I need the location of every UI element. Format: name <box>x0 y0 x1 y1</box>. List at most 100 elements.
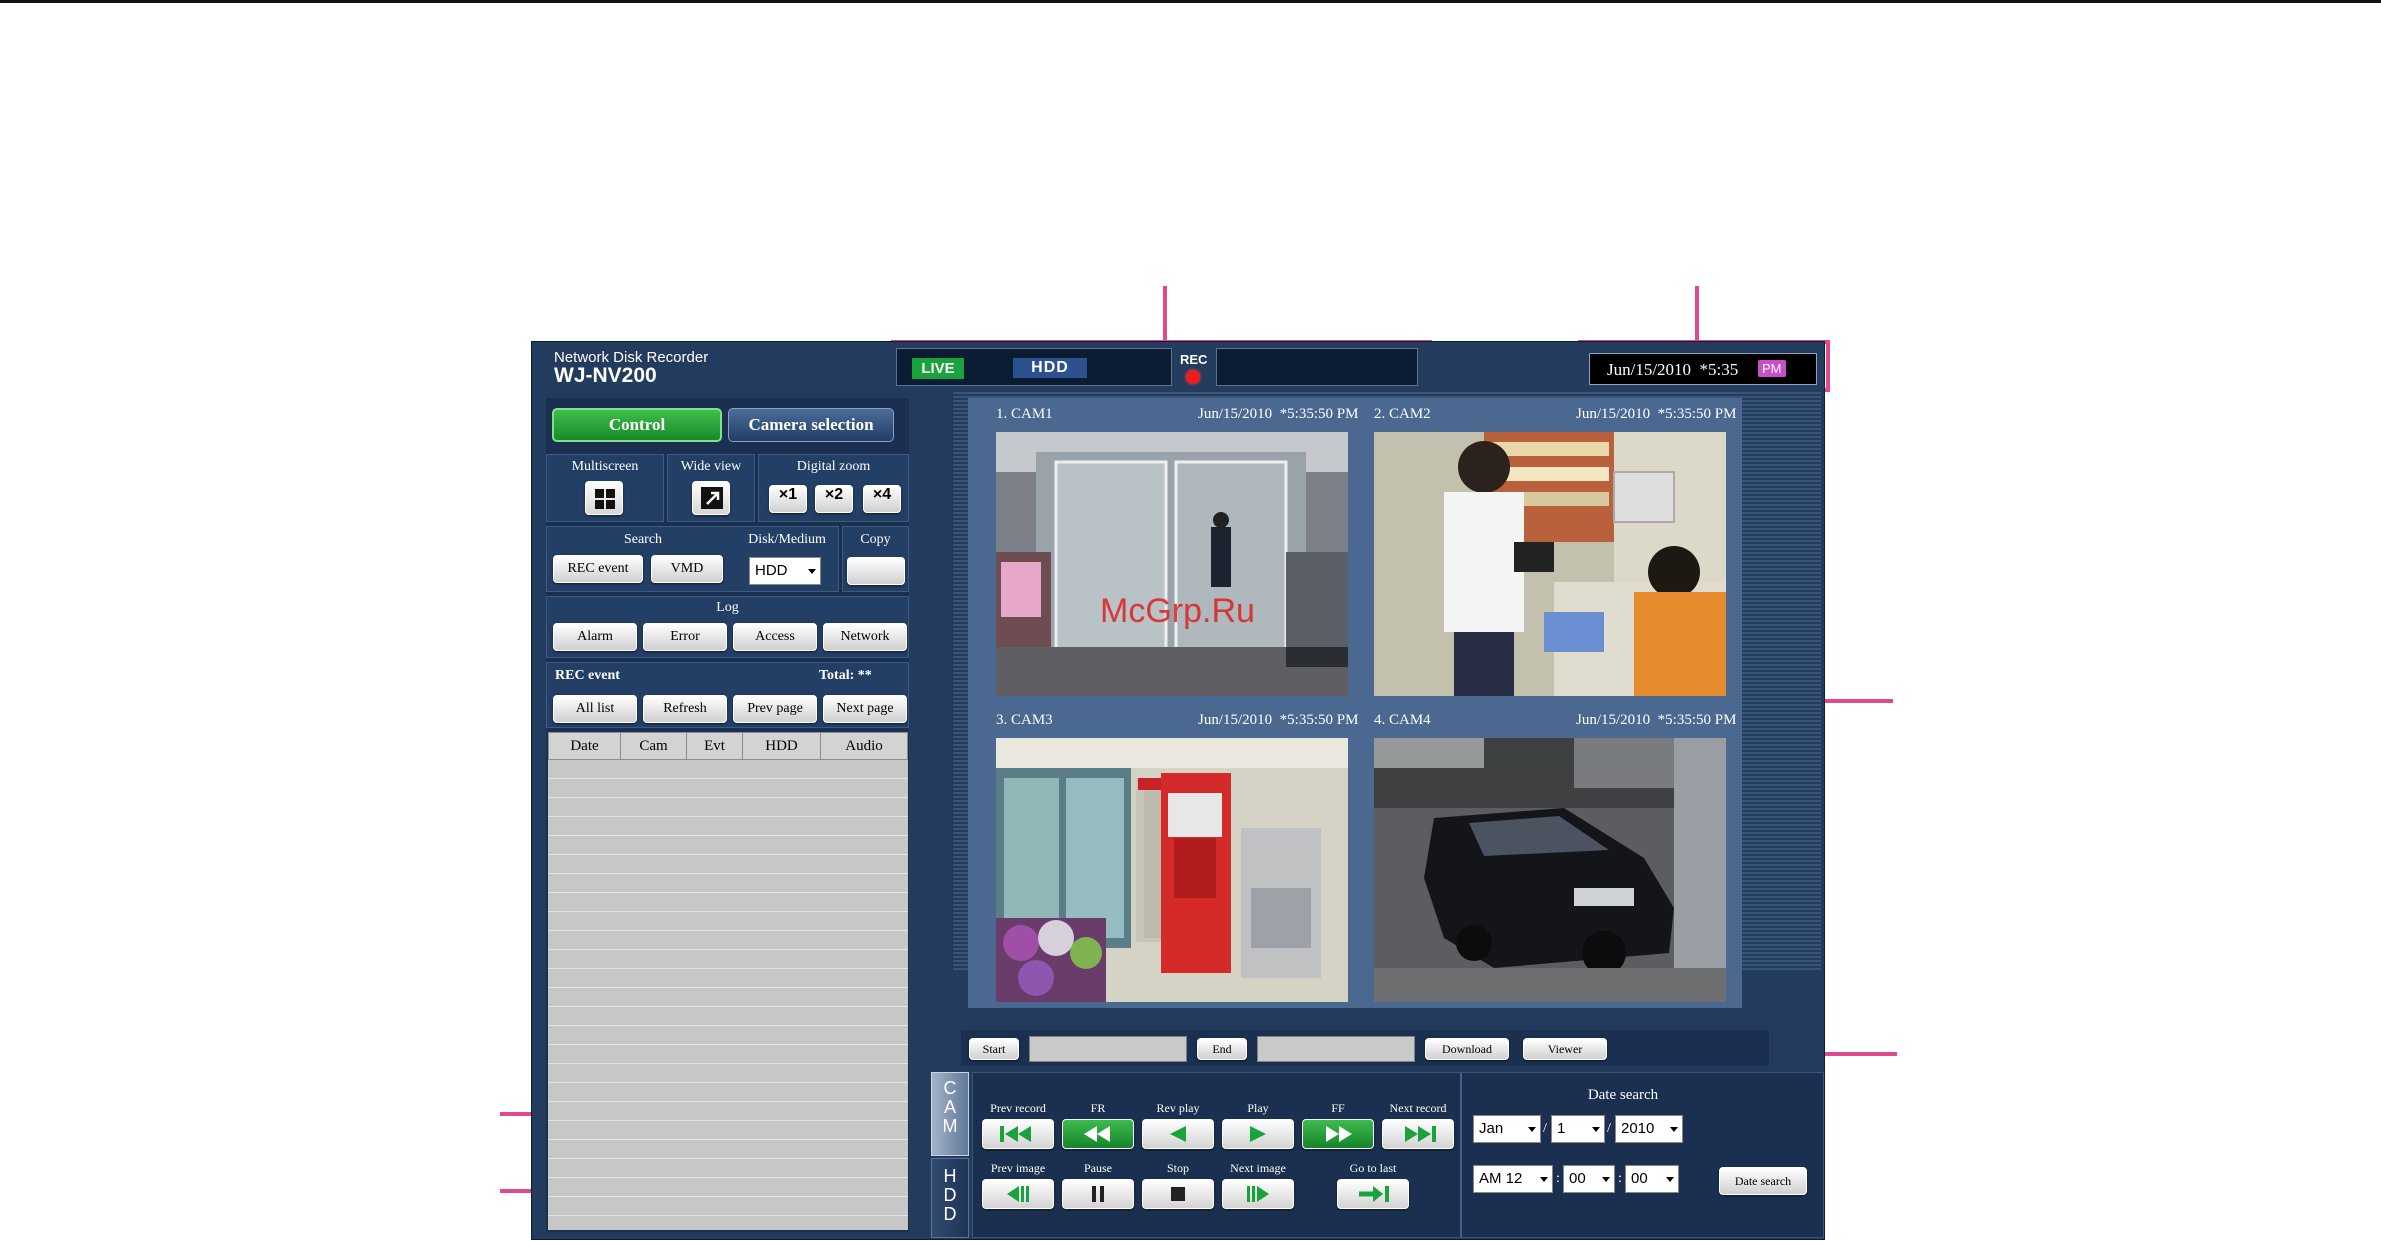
go-to-last-button[interactable] <box>1337 1179 1409 1209</box>
chevron-down-icon <box>1592 1127 1600 1132</box>
rev-play-button[interactable] <box>1142 1119 1214 1149</box>
datetime-text: Jun/15/2010 *5:35 <box>1607 360 1739 379</box>
rec-event-table-body[interactable] <box>548 760 908 1230</box>
expand-arrow-icon <box>701 487 723 509</box>
log-label: Log <box>716 600 739 615</box>
column-hdd: HDD <box>743 733 821 759</box>
vmd-search-button[interactable]: VMD <box>651 555 723 583</box>
zoom-x2-button[interactable]: ×2 <box>815 485 853 513</box>
chevron-down-icon <box>1540 1177 1548 1182</box>
pause-button[interactable] <box>1062 1179 1134 1209</box>
cam3-scene-icon <box>996 738 1348 1002</box>
next-record-button[interactable] <box>1382 1119 1454 1149</box>
rev-play-label: Rev play <box>1156 1101 1200 1115</box>
cam1-name: 1. CAM1 <box>996 406 1053 422</box>
end-button[interactable]: End <box>1197 1038 1247 1060</box>
cam1-image[interactable] <box>996 432 1348 696</box>
log-section: Log Alarm Error Access Network <box>546 596 909 658</box>
month-select[interactable]: Jan <box>1473 1115 1541 1143</box>
panel-tabs: Control Camera selection <box>546 404 898 446</box>
year-select[interactable]: 2010 <box>1615 1115 1683 1143</box>
rec-event-table-header: Date Cam Evt HDD Audio <box>548 732 908 760</box>
top-rule <box>0 0 2381 3</box>
go-to-last-icon <box>1359 1186 1389 1202</box>
cam4-image[interactable] <box>1374 738 1726 1002</box>
prev-record-button[interactable] <box>982 1119 1054 1149</box>
rec-indicator-icon <box>1186 370 1200 384</box>
log-error-button[interactable]: Error <box>643 623 727 651</box>
status-bar: LIVE HDD REC <box>896 346 1421 390</box>
rewind-icon <box>1084 1126 1110 1142</box>
step-back-icon <box>1007 1186 1029 1202</box>
play-button[interactable] <box>1222 1119 1294 1149</box>
cam4-time: Jun/15/2010 *5:35:50 PM <box>1576 712 1737 728</box>
rec-label: REC <box>1180 352 1208 367</box>
wide-view-button[interactable] <box>692 481 730 515</box>
cam3-image[interactable] <box>996 738 1348 1002</box>
copy-label: Copy <box>860 532 891 547</box>
search-label: Search <box>623 532 663 547</box>
next-record-label: Next record <box>1389 1101 1447 1115</box>
ff-button[interactable] <box>1302 1119 1374 1149</box>
cam1-time: Jun/15/2010 *5:35:50 PM <box>1198 406 1359 422</box>
control-divider <box>1460 1073 1462 1237</box>
disk-medium-label: Disk/Medium <box>748 532 826 547</box>
copy-button[interactable] <box>847 557 905 585</box>
date-search-label: Date search <box>1587 1087 1659 1103</box>
hour-select[interactable]: AM 12 <box>1473 1165 1553 1193</box>
next-page-button[interactable]: Next page <box>823 695 907 723</box>
multiscreen-section: Multiscreen <box>546 454 664 522</box>
recorder-window: Network Disk Recorder WJ-NV200 LIVE HDD … <box>531 341 1825 1240</box>
skip-forward-icon <box>1405 1126 1436 1142</box>
chevron-down-icon <box>1602 1177 1610 1182</box>
zoom-x1-button[interactable]: ×1 <box>769 485 807 513</box>
digital-zoom-section: Digital zoom ×1 ×2 ×4 <box>758 454 909 522</box>
tab-control[interactable]: Control <box>552 408 722 442</box>
minute-select[interactable]: 00 <box>1563 1165 1615 1193</box>
refresh-button[interactable]: Refresh <box>643 695 727 723</box>
rec-event-search-button[interactable]: REC event <box>553 555 643 583</box>
prev-record-label: Prev record <box>990 1101 1046 1115</box>
multiscreen-label: Multiscreen <box>571 459 639 474</box>
minute-value: 00 <box>1569 1170 1586 1187</box>
next-image-label: Next image <box>1230 1161 1286 1175</box>
cam4-scene-icon <box>1374 738 1726 1002</box>
date-search-button[interactable]: Date search <box>1719 1167 1807 1195</box>
tab-hdd-playback[interactable]: H D D <box>931 1158 969 1238</box>
hour-value: AM 12 <box>1479 1170 1523 1187</box>
tab-camera-selection[interactable]: Camera selection <box>728 408 894 442</box>
start-button[interactable]: Start <box>969 1038 1019 1060</box>
all-list-button[interactable]: All list <box>553 695 637 723</box>
cam2-image[interactable] <box>1374 432 1726 696</box>
watermark-text: McGrp.Ru <box>1100 592 1255 630</box>
day-select[interactable]: 1 <box>1551 1115 1605 1143</box>
prev-page-button[interactable]: Prev page <box>733 695 817 723</box>
log-access-button[interactable]: Access <box>733 623 817 651</box>
cam4-name: 4. CAM4 <box>1374 712 1431 728</box>
go-to-last-label: Go to last <box>1349 1161 1397 1175</box>
digital-zoom-label: Digital zoom <box>796 459 871 474</box>
multiscreen-button[interactable] <box>585 481 623 515</box>
fast-forward-icon <box>1326 1126 1352 1142</box>
column-evt: Evt <box>687 733 743 759</box>
log-network-button[interactable]: Network <box>823 623 907 651</box>
next-image-button[interactable] <box>1222 1179 1294 1209</box>
play-label: Play <box>1247 1101 1269 1115</box>
tab-cam-playback[interactable]: C A M <box>931 1072 969 1156</box>
fr-button[interactable] <box>1062 1119 1134 1149</box>
playback-control-panel: Prev record FR Rev play Play FF Next rec… <box>972 1072 1824 1238</box>
zoom-x4-button[interactable]: ×4 <box>863 485 901 513</box>
end-time-field[interactable] <box>1257 1036 1415 1062</box>
disk-medium-select[interactable]: HDD <box>749 557 821 585</box>
download-button[interactable]: Download <box>1425 1038 1509 1060</box>
second-select[interactable]: 00 <box>1625 1165 1679 1193</box>
wide-view-label: Wide view <box>680 459 742 474</box>
start-time-field[interactable] <box>1029 1036 1187 1062</box>
reverse-play-icon <box>1170 1126 1186 1142</box>
cam2-scene-icon <box>1374 432 1726 696</box>
stop-button[interactable] <box>1142 1179 1214 1209</box>
viewer-button[interactable]: Viewer <box>1523 1038 1607 1060</box>
column-cam: Cam <box>621 733 687 759</box>
prev-image-button[interactable] <box>982 1179 1054 1209</box>
log-alarm-button[interactable]: Alarm <box>553 623 637 651</box>
